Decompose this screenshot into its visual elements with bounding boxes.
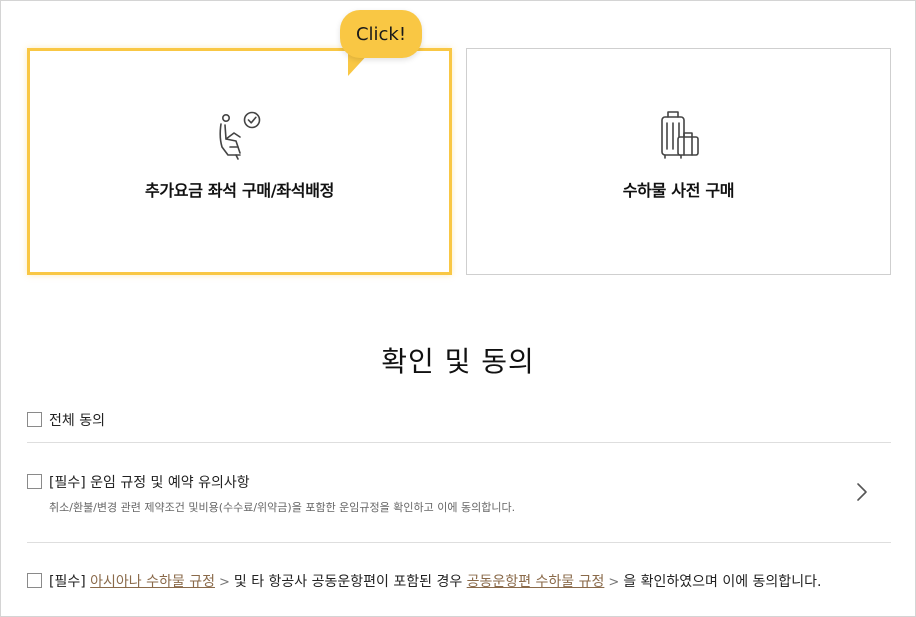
- fare-rules-checkbox[interactable]: [27, 474, 42, 489]
- fare-rules-description: 취소/환불/변경 관련 제약조건 및비용(수수료/위약금)을 포함한 운임규정을…: [49, 501, 516, 514]
- luggage-purchase-card[interactable]: 수하물 사전 구매: [466, 48, 891, 275]
- link-arrow: >: [608, 575, 620, 590]
- luggage-purchase-label: 수하물 사전 구매: [622, 181, 735, 200]
- seat-check-icon: [216, 109, 264, 161]
- link-arrow: >: [218, 575, 230, 590]
- baggage-rules-checkbox[interactable]: [27, 573, 42, 588]
- agree-all-label: 전체 동의: [49, 413, 105, 429]
- codeshare-baggage-rules-link[interactable]: 공동운항편 수하물 규정: [467, 574, 605, 590]
- baggage-rules-middle: 및 타 항공사 공동운항편이 포함된 경우: [233, 574, 463, 590]
- luggage-icon: [655, 109, 703, 161]
- chevron-right-icon[interactable]: [855, 481, 869, 503]
- divider: [27, 542, 891, 543]
- baggage-rules-row: [필수] 아시아나 수하물 규정 > 및 타 항공사 공동운항편이 포함된 경우 공…: [49, 571, 821, 591]
- click-tooltip: Click!: [340, 10, 422, 58]
- fare-rules-label: [필수] 운임 규정 및 예약 유의사항: [49, 475, 250, 491]
- agree-all-checkbox[interactable]: [27, 412, 42, 427]
- asiana-baggage-rules-link[interactable]: 아시아나 수하물 규정: [90, 574, 215, 590]
- seat-purchase-label: 추가요금 좌석 구매/좌석배정: [144, 181, 335, 200]
- baggage-rules-prefix: [필수]: [49, 574, 86, 590]
- divider: [27, 442, 891, 443]
- agreement-title: 확인 및 동의: [381, 345, 535, 378]
- baggage-rules-suffix: 을 확인하였으며 이에 동의합니다.: [623, 574, 822, 590]
- seat-purchase-card[interactable]: 추가요금 좌석 구매/좌석배정: [27, 48, 452, 275]
